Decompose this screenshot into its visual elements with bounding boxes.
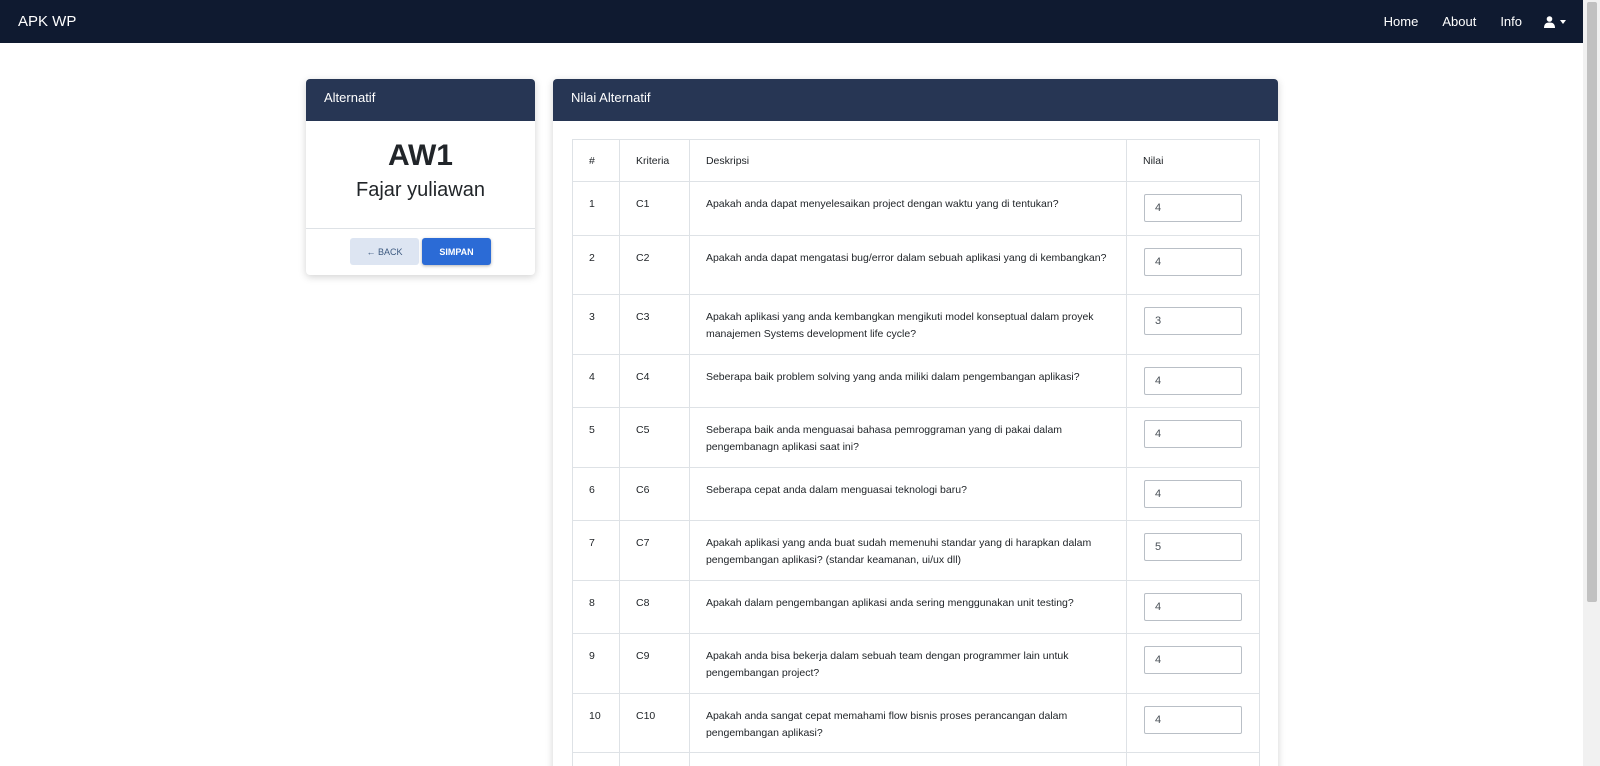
nilai-input[interactable]: [1144, 533, 1242, 561]
user-menu-dropdown[interactable]: [1544, 15, 1566, 28]
row-number: 2: [572, 235, 620, 295]
table-row: 5 C5 Seberapa baik anda menguasai bahasa…: [572, 407, 1260, 468]
row-kriteria: C8: [618, 580, 690, 634]
row-kriteria: C10: [618, 693, 690, 753]
nilai-input[interactable]: [1144, 367, 1242, 395]
nilai-input[interactable]: [1144, 593, 1242, 621]
row-kriteria: C1: [618, 181, 690, 236]
scrollbar-thumb[interactable]: [1587, 2, 1597, 602]
row-number: 6: [572, 467, 620, 521]
chevron-down-icon: [1560, 19, 1566, 24]
row-deskripsi: Seberapa cepat anda dalam menguasai tekn…: [688, 467, 1128, 521]
row-nilai-cell: [1126, 467, 1260, 521]
row-kriteria: C9: [618, 633, 690, 694]
table-row: 7 C7 Apakah aplikasi yang anda buat suda…: [572, 520, 1260, 581]
table-row: 1 C1 Apakah anda dapat menyelesaikan pro…: [572, 181, 1260, 236]
nilai-input[interactable]: [1144, 706, 1242, 734]
row-nilai-cell: [1126, 520, 1260, 581]
row-number: 5: [572, 407, 620, 468]
row-nilai-cell: [1126, 294, 1260, 355]
row-deskripsi: Apakah anda sangat cepat memahami flow b…: [688, 693, 1128, 753]
alternatif-card: Alternatif AW1 Fajar yuliawan ← BACK SIM…: [306, 79, 535, 275]
row-kriteria: C7: [618, 520, 690, 581]
nav-link-about[interactable]: About: [1442, 14, 1476, 29]
nilai-alternatif-card: Nilai Alternatif # Kriteria Deskripsi Ni…: [553, 79, 1278, 766]
column-header-deskripsi: Deskripsi: [688, 139, 1128, 182]
row-deskripsi: Apakah aplikasi yang anda buat sudah mem…: [688, 520, 1128, 581]
nilai-input[interactable]: [1144, 420, 1242, 448]
alternatif-code: AW1: [387, 139, 453, 172]
nav-link-info[interactable]: Info: [1500, 14, 1522, 29]
table-row: [572, 752, 1260, 766]
alternatif-name: Fajar yuliawan: [356, 179, 485, 201]
nav-link-home[interactable]: Home: [1384, 14, 1419, 29]
table-header-row: # Kriteria Deskripsi Nilai: [572, 139, 1260, 182]
row-nilai-cell: [1126, 354, 1260, 408]
row-kriteria: C6: [618, 467, 690, 521]
column-header-kriteria: Kriteria: [618, 139, 690, 182]
nav-links: Home About Info: [1360, 14, 1580, 29]
nilai-input[interactable]: [1144, 480, 1242, 508]
nilai-input[interactable]: [1144, 194, 1242, 222]
row-deskripsi: Apakah anda dapat menyelesaikan project …: [688, 181, 1128, 236]
row-number: 3: [572, 294, 620, 355]
row-number: 4: [572, 354, 620, 408]
table-row: 10 C10 Apakah anda sangat cepat memahami…: [572, 693, 1260, 753]
row-nilai-cell: [1126, 633, 1260, 694]
table-wrapper: # Kriteria Deskripsi Nilai 1 C1 Apakah a…: [553, 121, 1278, 766]
alternatif-info: AW1 Fajar yuliawan: [306, 121, 535, 229]
table-row: 9 C9 Apakah anda bisa bekerja dalam sebu…: [572, 633, 1260, 694]
nilai-table: # Kriteria Deskripsi Nilai 1 C1 Apakah a…: [572, 139, 1260, 766]
table-row: 3 C3 Apakah aplikasi yang anda kembangka…: [572, 294, 1260, 355]
row-kriteria: C4: [618, 354, 690, 408]
row-number: 10: [572, 693, 620, 753]
save-button[interactable]: SIMPAN: [422, 238, 491, 265]
nilai-input[interactable]: [1144, 307, 1242, 335]
table-row: 2 C2 Apakah anda dapat mengatasi bug/err…: [572, 235, 1260, 295]
column-header-number: #: [572, 139, 620, 182]
row-deskripsi: Seberapa baik anda menguasai bahasa pemr…: [688, 407, 1128, 468]
nilai-card-header: Nilai Alternatif: [553, 79, 1278, 121]
row-number: 9: [572, 633, 620, 694]
page-scrollbar[interactable]: [1583, 0, 1600, 766]
row-deskripsi: Apakah anda dapat mengatasi bug/error da…: [688, 235, 1128, 295]
row-nilai-cell: [1126, 580, 1260, 634]
row-deskripsi: Apakah aplikasi yang anda kembangkan men…: [688, 294, 1128, 355]
row-number: 1: [572, 181, 620, 236]
row-nilai-cell: [1126, 407, 1260, 468]
back-button[interactable]: ← BACK: [350, 238, 419, 265]
brand-logo[interactable]: APK WP: [18, 13, 76, 30]
top-navbar: APK WP Home About Info: [0, 0, 1600, 43]
row-deskripsi: Apakah dalam pengembangan aplikasi anda …: [688, 580, 1128, 634]
table-row: 8 C8 Apakah dalam pengembangan aplikasi …: [572, 580, 1260, 634]
row-deskripsi: Seberapa baik problem solving yang anda …: [688, 354, 1128, 408]
row-nilai-cell: [1126, 235, 1260, 295]
row-deskripsi: Apakah anda bisa bekerja dalam sebuah te…: [688, 633, 1128, 694]
row-kriteria: C5: [618, 407, 690, 468]
row-nilai-cell: [1126, 693, 1260, 753]
row-kriteria: C2: [618, 235, 690, 295]
table-row: 4 C4 Seberapa baik problem solving yang …: [572, 354, 1260, 408]
table-row: 6 C6 Seberapa cepat anda dalam menguasai…: [572, 467, 1260, 521]
row-number: 8: [572, 580, 620, 634]
row-kriteria: C3: [618, 294, 690, 355]
action-buttons: ← BACK SIMPAN: [306, 229, 535, 265]
nilai-input[interactable]: [1144, 646, 1242, 674]
row-nilai-cell: [1126, 181, 1260, 236]
row-number: 7: [572, 520, 620, 581]
alternatif-card-header: Alternatif: [306, 79, 535, 121]
nilai-input[interactable]: [1144, 248, 1242, 276]
user-icon: [1544, 15, 1555, 28]
column-header-nilai: Nilai: [1126, 139, 1260, 182]
